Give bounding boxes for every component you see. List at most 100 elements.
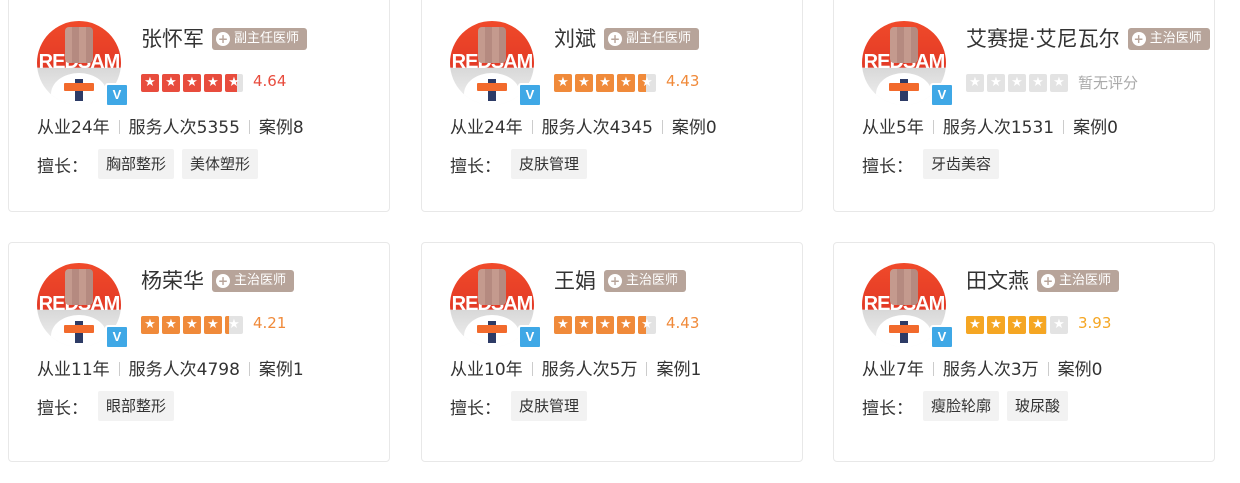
star-icon: ★ <box>554 74 572 92</box>
years-practice: 从业24年 <box>37 118 110 138</box>
skill-tag[interactable]: 玻尿酸 <box>1007 391 1069 421</box>
star-icon: ★ <box>1008 316 1026 334</box>
skill-tag[interactable]: 皮肤管理 <box>511 391 588 421</box>
rating-stars: ★ ★ ★ ★ ★ <box>966 316 1068 334</box>
doctor-name[interactable]: 田文燕 <box>966 267 1029 295</box>
avatar-name-tag <box>477 325 507 333</box>
star-icon: ★ <box>596 316 614 334</box>
doctor-title-badge: + 副主任医师 <box>212 28 308 50</box>
doctor-title-text: 副主任医师 <box>626 31 692 46</box>
skills-row: 擅长： 眼部整形 <box>37 391 175 421</box>
served-count: 服务人次4345 <box>541 118 653 138</box>
doctor-name[interactable]: 杨荣华 <box>141 267 204 295</box>
skills-label: 擅长： <box>37 398 88 419</box>
doctor-card[interactable]: REDSAMV杨荣华+主治医师★★★★★4.21从业11年服务人次4798案例1… <box>8 242 390 462</box>
doctor-name[interactable]: 艾赛提·艾尼瓦尔 <box>966 25 1120 53</box>
doctor-name[interactable]: 张怀军 <box>141 25 204 53</box>
divider <box>932 120 934 134</box>
doctor-avatar-wrap[interactable]: REDSAMV <box>862 21 954 107</box>
doctor-card[interactable]: REDSAMV艾赛提·艾尼瓦尔+主治医师★★★★★暂无评分从业5年服务人次153… <box>833 0 1215 212</box>
plus-icon: + <box>608 32 622 46</box>
star-icon: ★ <box>575 316 593 334</box>
divider <box>248 120 250 134</box>
doctor-name[interactable]: 王娟 <box>554 267 596 295</box>
doctor-avatar-wrap[interactable]: REDSAMV <box>37 21 129 107</box>
skill-tag[interactable]: 牙齿美容 <box>923 149 1000 179</box>
skills-row: 擅长： 牙齿美容 <box>862 149 1000 179</box>
star-icon: ★ <box>554 316 572 334</box>
skills-row: 擅长： 皮肤管理 <box>450 391 588 421</box>
star-icon: ★ <box>987 316 1005 334</box>
rating-stars: ★ ★ ★ ★ ★ <box>141 74 243 92</box>
case-count[interactable]: 案例8 <box>259 118 304 138</box>
star-icon: ★ <box>575 74 593 92</box>
plus-icon: + <box>1131 32 1146 46</box>
skills-row: 擅长： 胸部整形 美体塑形 <box>37 149 259 179</box>
doctor-card[interactable]: REDSAMV田文燕+主治医师★★★★★3.93从业7年服务人次3万案例0擅长：… <box>833 242 1215 462</box>
case-count[interactable]: 案例1 <box>656 360 701 380</box>
years-practice: 从业11年 <box>37 360 110 380</box>
doctor-title-text: 主治医师 <box>234 273 287 288</box>
avatar-name-tag <box>889 325 919 333</box>
star-icon: ★ <box>1050 74 1068 92</box>
case-count[interactable]: 案例0 <box>1073 118 1118 138</box>
served-count: 服务人次4798 <box>128 360 240 380</box>
served-count: 服务人次3万 <box>942 360 1039 380</box>
verified-icon: V <box>930 83 954 107</box>
doctor-name[interactable]: 刘斌 <box>554 25 596 53</box>
divider <box>932 362 934 376</box>
case-count[interactable]: 案例1 <box>259 360 304 380</box>
avatar-blurred-face <box>65 27 93 63</box>
years-practice: 从业10年 <box>450 360 523 380</box>
rating-score: 4.64 <box>253 72 287 90</box>
skills-label: 擅长： <box>450 156 501 177</box>
divider <box>118 120 120 134</box>
skills-label: 擅长： <box>450 398 501 419</box>
doctor-title-badge: + 主治医师 <box>604 270 687 292</box>
divider <box>531 120 533 134</box>
doctor-title-badge: + 主治医师 <box>1037 270 1120 292</box>
star-icon: ★ <box>1029 316 1047 334</box>
doctor-avatar-wrap[interactable]: REDSAMV <box>450 21 542 107</box>
star-icon: ★ <box>183 74 201 92</box>
served-count: 服务人次5355 <box>128 118 240 138</box>
case-count[interactable]: 案例0 <box>1058 360 1103 380</box>
avatar-name-tag <box>477 83 507 91</box>
skill-tag[interactable]: 眼部整形 <box>98 391 175 421</box>
years-practice: 从业5年 <box>862 118 924 138</box>
star-icon: ★ <box>966 74 984 92</box>
skill-tag[interactable]: 胸部整形 <box>98 149 175 179</box>
doctor-avatar-wrap[interactable]: REDSAMV <box>862 263 954 349</box>
divider <box>646 362 648 376</box>
doctor-title-text: 主治医师 <box>1149 31 1202 46</box>
star-icon: ★ <box>987 74 1005 92</box>
divider <box>531 362 533 376</box>
doctor-stats: 从业10年 服务人次5万 案例1 <box>450 355 701 380</box>
doctor-title-badge: + 主治医师 <box>212 270 295 292</box>
star-icon: ★ <box>1050 316 1068 334</box>
skill-tag[interactable]: 瘦脸轮廓 <box>923 391 1000 421</box>
verified-icon: V <box>518 325 542 349</box>
doctor-avatar-wrap[interactable]: REDSAMV <box>450 263 542 349</box>
star-icon: ★ <box>225 74 243 92</box>
case-count[interactable]: 案例0 <box>672 118 717 138</box>
star-icon: ★ <box>204 74 222 92</box>
star-icon: ★ <box>141 316 159 334</box>
star-icon: ★ <box>225 316 243 334</box>
doctor-card[interactable]: REDSAMV刘斌+副主任医师★★★★★4.43从业24年服务人次4345案例0… <box>421 0 803 212</box>
divider <box>118 362 120 376</box>
divider <box>1063 120 1065 134</box>
avatar-blurred-face <box>478 269 506 305</box>
skill-tag[interactable]: 皮肤管理 <box>511 149 588 179</box>
doctor-card[interactable]: REDSAMV 张怀军 +副主任医师 ★★★★★ 4.64 从业24年服务人次5355 案例… <box>8 0 390 212</box>
star-icon: ★ <box>966 316 984 334</box>
star-icon: ★ <box>617 316 635 334</box>
skills-row: 擅长： 瘦脸轮廓 玻尿酸 <box>862 391 1069 421</box>
doctor-title-text: 主治医师 <box>1059 273 1112 288</box>
served-count: 服务人次1531 <box>942 118 1055 138</box>
served-count: 服务人次5万 <box>541 360 638 380</box>
avatar-name-tag <box>64 325 94 333</box>
doctor-avatar-wrap[interactable]: REDSAMV <box>37 263 129 349</box>
doctor-card[interactable]: REDSAMV王娟+主治医师★★★★★4.43从业10年服务人次5万案例1擅长：… <box>421 242 803 462</box>
skill-tag[interactable]: 美体塑形 <box>182 149 259 179</box>
